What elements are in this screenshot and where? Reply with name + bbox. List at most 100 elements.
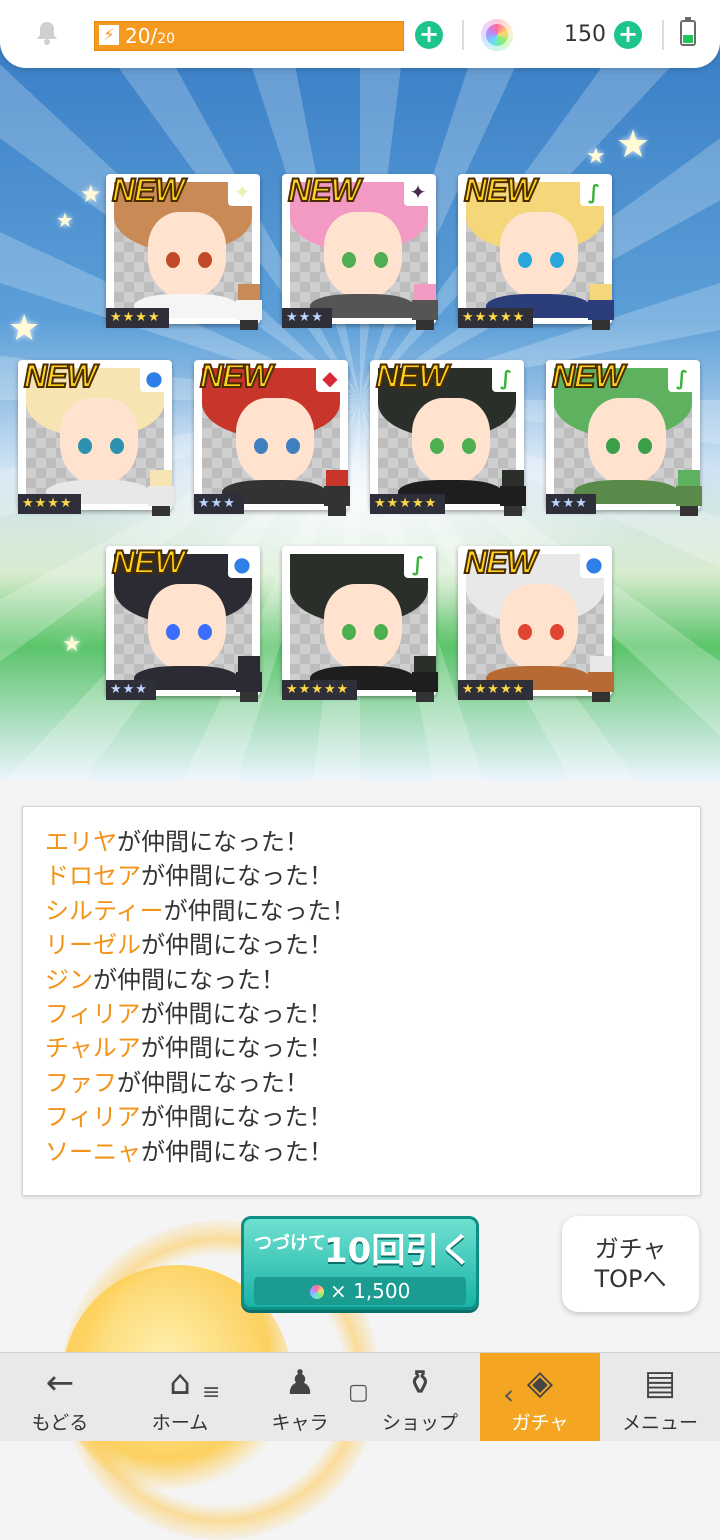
lightning-icon: ⚡ bbox=[99, 25, 119, 45]
nav-label: ショップ bbox=[381, 1412, 458, 1434]
rarity-stars: ★★★★★ bbox=[282, 680, 358, 700]
nav-item-3[interactable]: ⚱ ショップ bbox=[360, 1353, 480, 1441]
pixel-sprite bbox=[230, 656, 268, 702]
home-icon: ⌂ bbox=[169, 1363, 191, 1403]
pixel-sprite bbox=[142, 470, 180, 516]
recents-system-button[interactable]: ≡ bbox=[202, 1380, 220, 1405]
nav-item-5[interactable]: ▤ メニュー bbox=[600, 1353, 720, 1441]
rarity-stars: ★★★ bbox=[282, 308, 332, 328]
result-message-panel: エリヤが仲間になった！ ドロセアが仲間になった！ シルティーが仲間になった！ リーゼル… bbox=[22, 806, 701, 1196]
character-card[interactable]: ★★★★★ ∫ bbox=[282, 546, 440, 704]
gacha-result-stage: ★ ★ ★ ★ ★ ★ ★★★★ NEW ✦ ★★★ NEW ✦ ★★★★★ N… bbox=[0, 40, 720, 780]
back-system-button[interactable]: ‹ bbox=[503, 1378, 514, 1411]
new-badge: NEW bbox=[111, 171, 186, 209]
character-card[interactable]: ★★★ NEW ◆ bbox=[194, 357, 352, 518]
message-suffix: が仲間になった！ bbox=[140, 1034, 333, 1063]
status-bar: ⚡ 20/20 + 150 + bbox=[0, 0, 720, 68]
character-card[interactable]: ★★★★★ NEW ∫ bbox=[458, 171, 616, 332]
new-badge: NEW bbox=[375, 357, 450, 395]
message-suffix: が仲間になった！ bbox=[117, 1068, 309, 1097]
pixel-sprite bbox=[494, 470, 532, 516]
result-message: フィリアが仲間になった！ bbox=[45, 999, 333, 1029]
sparkle-star-icon: ★ bbox=[586, 144, 606, 169]
pixel-sprite bbox=[406, 656, 444, 702]
pixel-sprite bbox=[670, 470, 708, 516]
nav-label: もどる bbox=[31, 1412, 89, 1434]
result-message: エリヤが仲間になった！ bbox=[45, 827, 309, 857]
gem-count: 150 bbox=[564, 22, 606, 47]
character-name: ファフ bbox=[45, 1068, 117, 1097]
pixel-sprite bbox=[406, 284, 444, 330]
nav-label: キャラ bbox=[271, 1412, 329, 1434]
character-card[interactable]: ★★★ NEW ● bbox=[106, 543, 264, 704]
menu-icon: ▤ bbox=[643, 1363, 677, 1403]
result-message: チャルアが仲間になった！ bbox=[45, 1033, 333, 1063]
pixel-sprite bbox=[582, 656, 620, 702]
sparkle-star-icon: ★ bbox=[8, 308, 41, 349]
character-card[interactable]: ★★★★ NEW ✦ bbox=[106, 171, 264, 332]
character-name: シルティー bbox=[45, 896, 164, 925]
message-suffix: が仲間になった！ bbox=[140, 1103, 333, 1132]
draw-cost: × 1,500 bbox=[254, 1277, 466, 1305]
new-badge: NEW bbox=[463, 543, 538, 581]
nav-item-2[interactable]: ♟ キャラ bbox=[240, 1353, 360, 1441]
new-badge: NEW bbox=[551, 357, 626, 395]
result-message: ドロセアが仲間になった！ bbox=[45, 861, 333, 891]
element-icon: ∫ bbox=[404, 550, 432, 578]
message-suffix: が仲間になった！ bbox=[141, 931, 333, 960]
gem-icon bbox=[309, 1285, 324, 1299]
sparkle-star-icon: ★ bbox=[80, 180, 102, 208]
pixel-sprite bbox=[582, 284, 620, 330]
draw-button-prefix: つづけて bbox=[254, 1233, 326, 1254]
new-badge: NEW bbox=[111, 543, 186, 581]
element-icon: ∫ bbox=[492, 364, 520, 392]
add-stamina-button[interactable]: + bbox=[415, 21, 443, 49]
bell-icon[interactable] bbox=[34, 20, 60, 46]
divider bbox=[662, 20, 664, 50]
rarity-stars: ★★★ bbox=[194, 494, 244, 514]
character-name: エリヤ bbox=[45, 828, 117, 856]
nav-item-4[interactable]: ◈ ガチャ bbox=[480, 1353, 600, 1441]
character-card[interactable]: ★★★★★ NEW ∫ bbox=[370, 357, 528, 518]
new-badge: NEW bbox=[463, 171, 538, 209]
gacha-top-button[interactable]: ガチャ TOPへ bbox=[562, 1216, 699, 1312]
character-card[interactable]: ★★★★ NEW ● bbox=[18, 357, 176, 518]
rarity-stars: ★★★★★ bbox=[458, 308, 534, 328]
character-name: ソーニャ bbox=[45, 1137, 141, 1166]
draw-cost-value: × 1,500 bbox=[329, 1279, 411, 1303]
home-system-button[interactable]: ▢ bbox=[348, 1380, 369, 1405]
draw-10-again-button[interactable]: つづけて 10回引く × 1,500 bbox=[241, 1216, 479, 1310]
element-icon: ● bbox=[140, 364, 168, 392]
character-card[interactable]: ★★★ NEW ✦ bbox=[282, 171, 440, 332]
battery-icon bbox=[680, 17, 696, 46]
rarity-stars: ★★★★★ bbox=[370, 494, 446, 514]
gem-icon bbox=[481, 19, 513, 51]
character-name: チャルア bbox=[45, 1034, 141, 1063]
new-badge: NEW bbox=[23, 357, 98, 395]
element-icon: ✦ bbox=[404, 178, 432, 206]
message-suffix: が仲間になった！ bbox=[140, 1000, 333, 1028]
result-message: ソーニャが仲間になった！ bbox=[45, 1137, 333, 1167]
character-name: リーゼル bbox=[45, 931, 141, 960]
back-arrow-icon: ← bbox=[45, 1363, 75, 1403]
stamina-text: 20/20 bbox=[125, 23, 175, 52]
nav-label: メニュー bbox=[621, 1412, 698, 1434]
nav-item-0[interactable]: ← もどる bbox=[0, 1353, 120, 1441]
draw-button-label: 10回引く bbox=[324, 1231, 474, 1271]
gacha-top-label-2: TOPへ bbox=[594, 1265, 667, 1293]
message-suffix: が仲間になった！ bbox=[117, 828, 309, 856]
nav-item-1[interactable]: ⌂ ホーム bbox=[120, 1353, 240, 1441]
sparkle-star-icon: ★ bbox=[616, 122, 651, 166]
character-card[interactable]: ★★★★★ NEW ● bbox=[458, 543, 616, 704]
character-card[interactable]: ★★★ NEW ∫ bbox=[546, 357, 704, 518]
result-message: リーゼルが仲間になった！ bbox=[45, 930, 333, 960]
nav-label: ガチャ bbox=[511, 1412, 569, 1434]
sparkle-star-icon: ★ bbox=[62, 632, 82, 657]
character-icon: ♟ bbox=[284, 1363, 316, 1403]
stamina-max: 20 bbox=[157, 31, 176, 47]
pixel-sprite bbox=[318, 470, 356, 516]
message-suffix: が仲間になった！ bbox=[163, 896, 356, 925]
add-gem-button[interactable]: + bbox=[614, 21, 642, 49]
shop-icon: ⚱ bbox=[405, 1363, 435, 1403]
element-icon: ✦ bbox=[228, 178, 256, 206]
